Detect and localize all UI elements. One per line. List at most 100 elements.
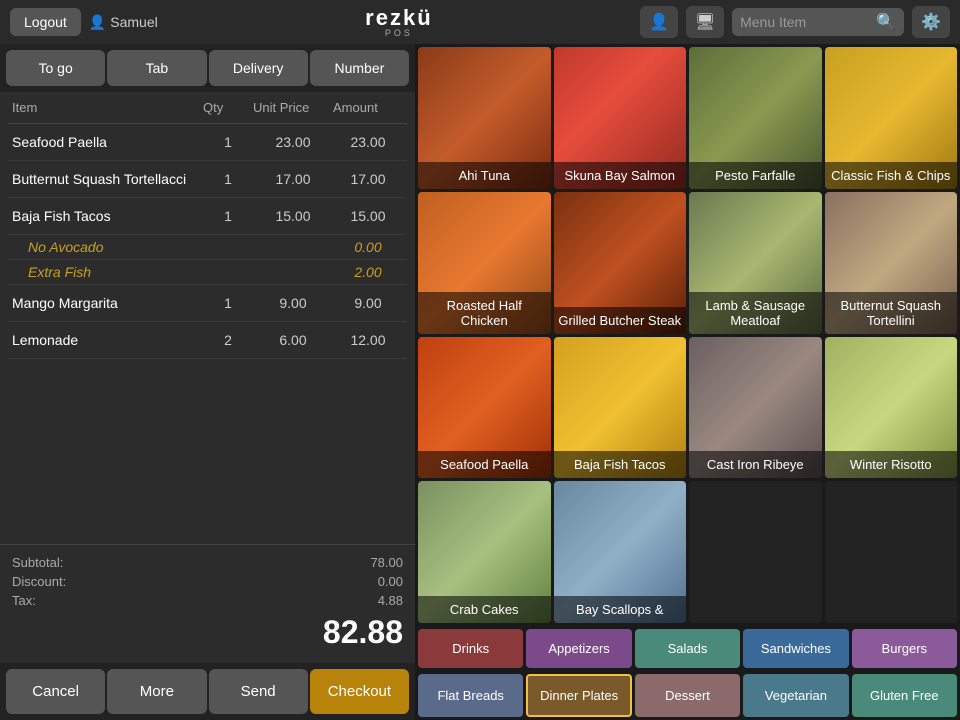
left-panel: To go Tab Delivery Number Item Qty Unit … bbox=[0, 44, 415, 720]
table-row[interactable]: Mango Margarita 1 9.00 9.00 bbox=[8, 285, 407, 322]
menu-item-label: Winter Risotto bbox=[825, 451, 958, 478]
menu-item-seafood-paella[interactable]: Seafood Paella bbox=[418, 337, 551, 479]
bottom-actions: Cancel More Send Checkout bbox=[0, 663, 415, 720]
table-row[interactable]: Butternut Squash Tortellacci 1 17.00 17.… bbox=[8, 161, 407, 198]
menu-item-label: Crab Cakes bbox=[418, 596, 551, 623]
order-table: Item Qty Unit Price Amount Seafood Paell… bbox=[0, 92, 415, 544]
cat-tab-dessert[interactable]: Dessert bbox=[635, 674, 740, 717]
user-account-button[interactable]: 👤 bbox=[640, 6, 678, 38]
menu-item-winter-risotto[interactable]: Winter Risotto bbox=[825, 337, 958, 479]
modifier-row[interactable]: No Avocado 0.00 bbox=[8, 235, 407, 260]
discount-label: Discount: bbox=[12, 574, 66, 589]
top-bar-left: Logout 👤 Samuel bbox=[10, 8, 158, 36]
table-row[interactable]: Seafood Paella 1 23.00 23.00 bbox=[8, 124, 407, 161]
menu-item-cast-iron-ribeye[interactable]: Cast Iron Ribeye bbox=[689, 337, 822, 479]
menu-search-bar: 🔍 bbox=[732, 8, 904, 36]
menu-item-bay-scallops[interactable]: Bay Scallops & bbox=[554, 481, 687, 623]
modifier-amount: 2.00 bbox=[333, 264, 403, 280]
item-unit-price: 6.00 bbox=[253, 332, 333, 348]
cat-tab-flatbreads[interactable]: Flat Breads bbox=[418, 674, 523, 717]
tab-delivery[interactable]: Delivery bbox=[209, 50, 308, 86]
menu-item-label: Skuna Bay Salmon bbox=[554, 162, 687, 189]
menu-item-skuna-bay[interactable]: Skuna Bay Salmon bbox=[554, 47, 687, 189]
menu-item-label: Bay Scallops & bbox=[554, 596, 687, 623]
item-unit-price: 17.00 bbox=[253, 171, 333, 187]
menu-search-input[interactable] bbox=[740, 14, 870, 30]
cat-tab-sandwiches[interactable]: Sandwiches bbox=[743, 629, 848, 668]
cat-tab-vegetarian[interactable]: Vegetarian bbox=[743, 674, 848, 717]
item-unit-price: 9.00 bbox=[253, 295, 333, 311]
item-amount: 23.00 bbox=[333, 134, 403, 150]
tab-tab[interactable]: Tab bbox=[107, 50, 206, 86]
cat-tab-appetizers[interactable]: Appetizers bbox=[526, 629, 631, 668]
more-button[interactable]: More bbox=[107, 669, 206, 714]
cat-tab-burgers[interactable]: Burgers bbox=[852, 629, 957, 668]
menu-item-label: Lamb & Sausage Meatloaf bbox=[689, 292, 822, 334]
cat-tab-salads[interactable]: Salads bbox=[635, 629, 740, 668]
cancel-button[interactable]: Cancel bbox=[6, 669, 105, 714]
modifier-name: No Avocado bbox=[28, 239, 203, 255]
menu-item-grilled-steak[interactable]: Grilled Butcher Steak bbox=[554, 192, 687, 334]
card-reader-button[interactable]: 🖥 bbox=[686, 6, 724, 38]
logo-brand: rezkü bbox=[365, 7, 432, 29]
menu-item-label: Classic Fish & Chips bbox=[825, 162, 958, 189]
table-row[interactable]: Lemonade 2 6.00 12.00 bbox=[8, 322, 407, 359]
tax-row: Tax: 4.88 bbox=[12, 591, 403, 610]
menu-item-pesto[interactable]: Pesto Farfalle bbox=[689, 47, 822, 189]
search-icon: 🔍 bbox=[876, 12, 896, 32]
total-row: 82.88 bbox=[12, 610, 403, 655]
modifier-row[interactable]: Extra Fish 2.00 bbox=[8, 260, 407, 285]
rezku-logo: rezkü POS bbox=[365, 7, 432, 38]
order-table-header: Item Qty Unit Price Amount bbox=[8, 92, 407, 124]
item-qty: 1 bbox=[203, 295, 253, 311]
menu-item-label: Butternut Squash Tortellini bbox=[825, 292, 958, 334]
tax-label: Tax: bbox=[12, 593, 36, 608]
tab-number[interactable]: Number bbox=[310, 50, 409, 86]
menu-item-label: Roasted Half Chicken bbox=[418, 292, 551, 334]
send-button[interactable]: Send bbox=[209, 669, 308, 714]
item-amount: 17.00 bbox=[333, 171, 403, 187]
settings-button[interactable]: ⚙️ bbox=[912, 6, 950, 38]
category-tabs-row1: Drinks Appetizers Salads Sandwiches Burg… bbox=[415, 626, 960, 671]
item-qty: 1 bbox=[203, 171, 253, 187]
menu-item-lamb-meatloaf[interactable]: Lamb & Sausage Meatloaf bbox=[689, 192, 822, 334]
total-amount: 82.88 bbox=[323, 614, 403, 651]
discount-row: Discount: 0.00 bbox=[12, 572, 403, 591]
item-unit-price: 23.00 bbox=[253, 134, 333, 150]
checkout-button[interactable]: Checkout bbox=[310, 669, 409, 714]
col-qty: Qty bbox=[203, 100, 253, 115]
item-name: Lemonade bbox=[12, 332, 203, 348]
item-amount: 9.00 bbox=[333, 295, 403, 311]
menu-item-empty-1 bbox=[689, 481, 822, 623]
menu-item-label: Grilled Butcher Steak bbox=[554, 307, 687, 334]
menu-item-label: Baja Fish Tacos bbox=[554, 451, 687, 478]
menu-item-roasted-chicken[interactable]: Roasted Half Chicken bbox=[418, 192, 551, 334]
item-amount: 15.00 bbox=[333, 208, 403, 224]
logout-button[interactable]: Logout bbox=[10, 8, 81, 36]
menu-item-ahi-tuna[interactable]: Ahi Tuna bbox=[418, 47, 551, 189]
order-summary: Subtotal: 78.00 Discount: 0.00 Tax: 4.88… bbox=[0, 544, 415, 663]
menu-item-baja-fish-tacos[interactable]: Baja Fish Tacos bbox=[554, 337, 687, 479]
menu-item-crab-cakes[interactable]: Crab Cakes bbox=[418, 481, 551, 623]
item-qty: 1 bbox=[203, 134, 253, 150]
subtotal-label: Subtotal: bbox=[12, 555, 63, 570]
user-name: Samuel bbox=[110, 14, 157, 30]
menu-item-tortellini[interactable]: Butternut Squash Tortellini bbox=[825, 192, 958, 334]
modifier-name: Extra Fish bbox=[28, 264, 203, 280]
subtotal-value: 78.00 bbox=[370, 555, 403, 570]
discount-value: 0.00 bbox=[378, 574, 403, 589]
order-type-tabs: To go Tab Delivery Number bbox=[0, 44, 415, 92]
menu-item-empty-2 bbox=[825, 481, 958, 623]
cat-tab-drinks[interactable]: Drinks bbox=[418, 629, 523, 668]
menu-item-fish-chips[interactable]: Classic Fish & Chips bbox=[825, 47, 958, 189]
tax-value: 4.88 bbox=[378, 593, 403, 608]
tab-to-go[interactable]: To go bbox=[6, 50, 105, 86]
cat-tab-dinner-plates[interactable]: Dinner Plates bbox=[526, 674, 631, 717]
menu-item-label: Cast Iron Ribeye bbox=[689, 451, 822, 478]
cat-tab-gluten-free[interactable]: Gluten Free bbox=[852, 674, 957, 717]
logo-sub: POS bbox=[385, 29, 413, 38]
item-qty: 1 bbox=[203, 208, 253, 224]
item-qty: 2 bbox=[203, 332, 253, 348]
user-icon: 👤 bbox=[89, 14, 106, 31]
table-row[interactable]: Baja Fish Tacos 1 15.00 15.00 bbox=[8, 198, 407, 235]
